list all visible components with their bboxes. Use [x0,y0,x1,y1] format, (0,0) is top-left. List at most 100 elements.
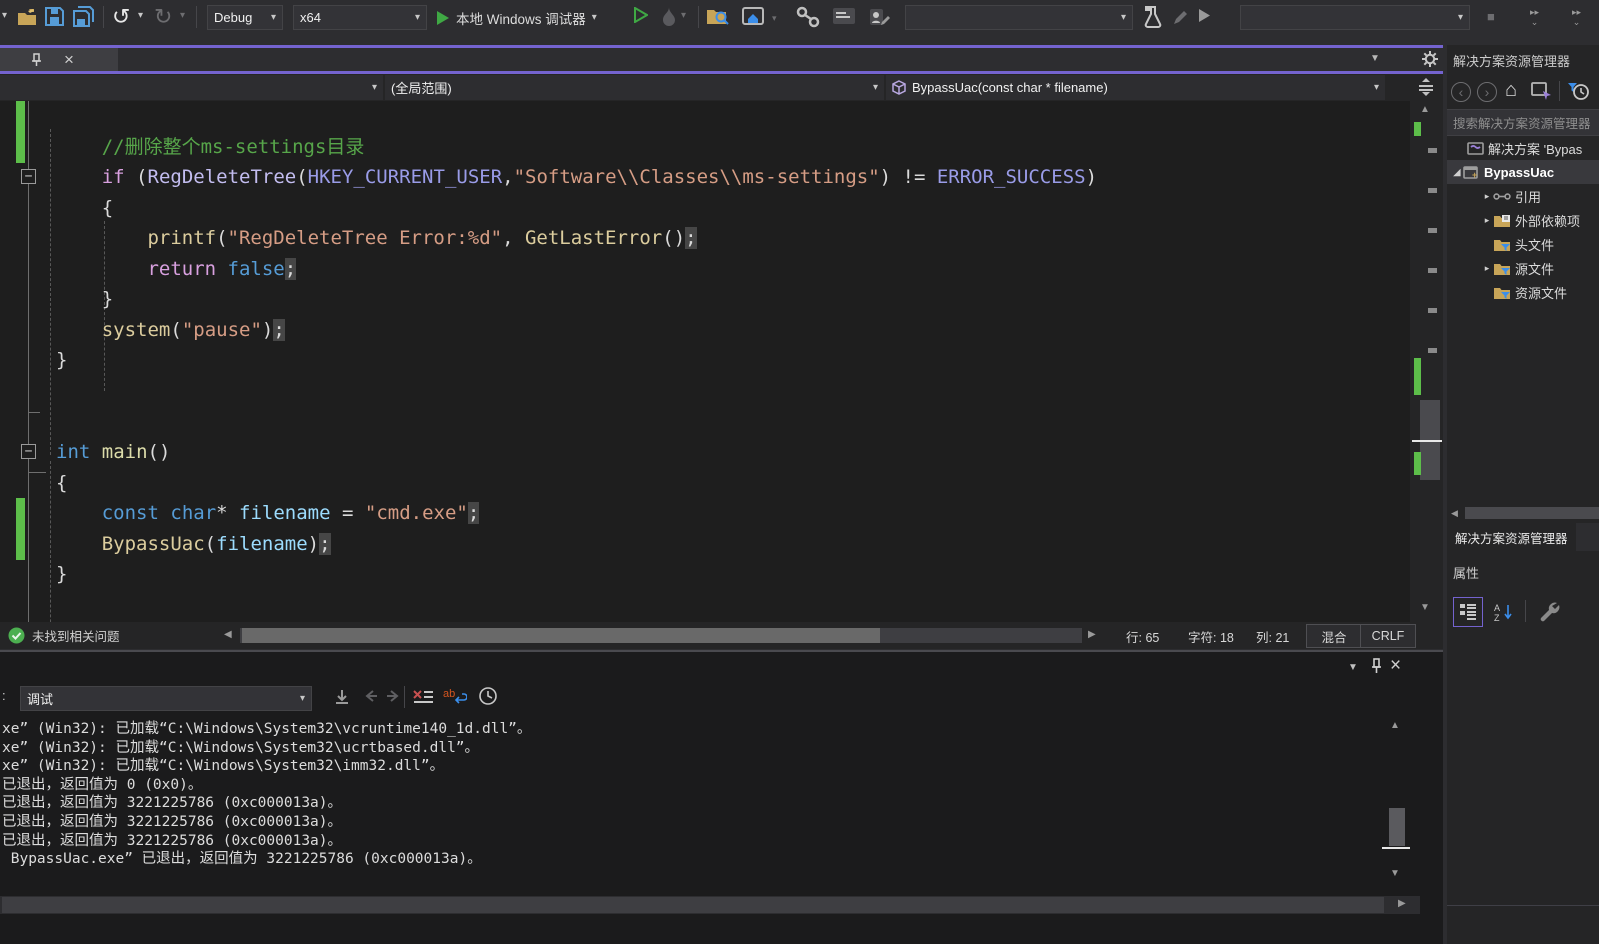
explorer-hscroll-thumb[interactable] [1465,507,1599,519]
output-text-area[interactable]: xe” (Win32): 已加载“C:\Windows\System32\vcr… [0,716,1380,880]
code-line[interactable]: } [0,345,1410,376]
toolbar-play-icon[interactable] [1198,8,1211,23]
output-close-icon[interactable]: × [1390,655,1401,677]
code-line[interactable]: BypassUac(filename); [0,529,1410,560]
clear-all-icon[interactable] [412,688,434,705]
code-line[interactable]: } [0,284,1410,315]
output-scroll-down-icon[interactable]: ▼ [1390,868,1400,879]
code-line[interactable]: } [0,559,1410,590]
hscroll-thumb[interactable] [242,628,880,643]
scroll-up-icon[interactable]: ▲ [1420,104,1430,115]
line-indicator[interactable]: 行: 65 [1126,627,1159,646]
output-vscrollbar[interactable]: ▲ [1382,716,1410,892]
tree-item-solution[interactable]: 解决方案 'Bypas [1447,136,1599,160]
edit-pencil-icon[interactable] [1172,8,1190,26]
expander-collapsed-icon[interactable]: ▸ [1481,191,1493,202]
start-without-debugging-icon[interactable] [634,7,648,23]
output-scroll-thumb[interactable] [1389,808,1405,846]
prev-message-icon[interactable] [363,688,379,704]
output-hscroll-thumb[interactable] [2,897,1384,913]
tree-item-外部依赖项[interactable]: ▸外部依赖项 [1447,208,1599,232]
find-in-files-icon[interactable] [706,6,730,27]
toolbar-overflow-chevron-icon[interactable]: ▾ [2,10,7,21]
code-line[interactable]: const char* filename = "cmd.exe"; [0,498,1410,529]
next-message-icon[interactable] [385,688,401,704]
start-debugging-button[interactable]: 本地 Windows 调试器 ▾ [436,5,597,30]
code-line[interactable]: { [0,193,1410,224]
tree-item-资源文件[interactable]: 资源文件 [1447,280,1599,304]
code-area[interactable]: //删除整个ms-settings目录−if (RegDeleteTree(HK… [0,101,1410,622]
home-chevron-icon[interactable]: ▾ [772,13,777,24]
pending-changes-filter-icon[interactable] [1567,81,1589,101]
expander-collapsed-icon[interactable]: ▸ [1481,215,1493,226]
hscroll-track[interactable] [240,628,1082,643]
sync-with-active-document-icon[interactable] [1531,81,1553,101]
char-indicator[interactable]: 字符: 18 [1188,627,1234,646]
output-hscrollbar[interactable]: ▶ [0,896,1420,914]
close-icon[interactable]: × [64,50,74,70]
feedback-icon[interactable] [868,6,890,28]
code-line[interactable]: printf("RegDeleteTree Error:%d", GetLast… [0,223,1410,254]
nav-file-combo[interactable]: ▾ [0,75,383,100]
toolbar-empty-combo-1[interactable]: ▾ [905,5,1133,30]
output-pin-icon[interactable] [1370,658,1383,674]
output-source-combo[interactable]: 调试 ▾ [20,686,312,711]
code-line[interactable]: system("pause"); [0,315,1410,346]
configuration-combo[interactable]: Debug ▾ [207,5,283,30]
output-hscroll-right-icon[interactable]: ▶ [1398,898,1406,909]
save-icon[interactable] [44,6,65,27]
output-scroll-up-icon[interactable]: ▲ [1390,720,1400,731]
document-tab[interactable]: × [0,48,118,71]
split-window-handle-icon[interactable] [1418,78,1434,96]
tree-item-引用[interactable]: ▸引用 [1447,184,1599,208]
redo-icon[interactable]: ↻ [154,4,172,30]
hscroll-left-icon[interactable]: ◀ [224,629,232,640]
tree-item-源文件[interactable]: ▸源文件 [1447,256,1599,280]
code-line[interactable]: { [0,468,1410,499]
toolbar-overflow-right-icon[interactable]: ▸▸⌄ [1530,7,1539,27]
output-window-menu-icon[interactable]: ▼ [1348,662,1358,673]
scroll-down-icon[interactable]: ▼ [1420,602,1430,613]
stop-icon[interactable]: ■ [1487,9,1495,24]
tree-item-头文件[interactable]: 头文件 [1447,232,1599,256]
explorer-hscrollbar[interactable]: ◀ [1447,505,1599,521]
terminal-icon[interactable] [832,6,856,26]
editor-scrollbar[interactable]: ▲ ▼ [1410,74,1443,622]
code-line[interactable]: //删除整个ms-settings目录 [0,132,1410,163]
tab-solution-explorer[interactable]: 解决方案资源管理器 [1447,523,1576,551]
redo-chevron-icon[interactable]: ▾ [180,10,185,21]
nav-scope-combo[interactable]: (全局范围) ▾ [385,75,884,100]
solution-home-icon[interactable] [742,6,766,27]
fold-collapse-icon[interactable]: − [21,169,36,184]
toolbar-empty-combo-2[interactable]: ▾ [1240,5,1470,30]
attach-process-icon[interactable] [796,6,820,28]
code-line[interactable]: return false; [0,254,1410,285]
undo-chevron-icon[interactable]: ▾ [138,10,143,21]
expander-expanded-icon[interactable]: ◢ [1451,167,1463,178]
hot-reload-icon[interactable] [660,6,678,28]
jump-to-source-icon[interactable] [333,688,351,706]
pin-icon[interactable] [30,53,42,67]
categorized-view-icon[interactable] [1453,597,1483,627]
wrench-icon[interactable] [1537,599,1561,623]
encoding-indicator[interactable]: 混合 [1306,624,1362,648]
expander-collapsed-icon[interactable]: ▸ [1481,263,1493,274]
explorer-hscroll-left-icon[interactable]: ◀ [1451,508,1458,519]
col-indicator[interactable]: 列: 21 [1256,627,1289,646]
word-wrap-icon[interactable]: ab [443,686,467,705]
solution-explorer-title[interactable]: 解决方案资源管理器 [1453,51,1570,70]
home-icon[interactable]: ⌂ [1505,79,1517,102]
open-file-icon[interactable] [16,7,38,27]
explorer-search-box[interactable]: 搜索解决方案资源管理器 [1447,109,1599,136]
tree-item-BypassUac[interactable]: ◢+BypassUac [1447,160,1599,184]
forward-icon[interactable]: › [1477,82,1497,102]
fold-collapse-icon[interactable]: − [21,444,36,459]
undo-icon[interactable]: ↺ [112,4,130,30]
alphabetical-sort-icon[interactable]: AZ [1489,597,1519,627]
line-ending-indicator[interactable]: CRLF [1360,624,1416,648]
platform-combo[interactable]: x64 ▾ [293,5,427,30]
back-icon[interactable]: ‹ [1451,82,1471,102]
tab-well-dropdown-icon[interactable]: ▼ [1370,53,1380,64]
nav-member-combo[interactable]: BypassUac(const char * filename) ▾ [886,75,1385,100]
toolbar-overflow-right2-icon[interactable]: ▸▸⌄ [1572,7,1581,27]
